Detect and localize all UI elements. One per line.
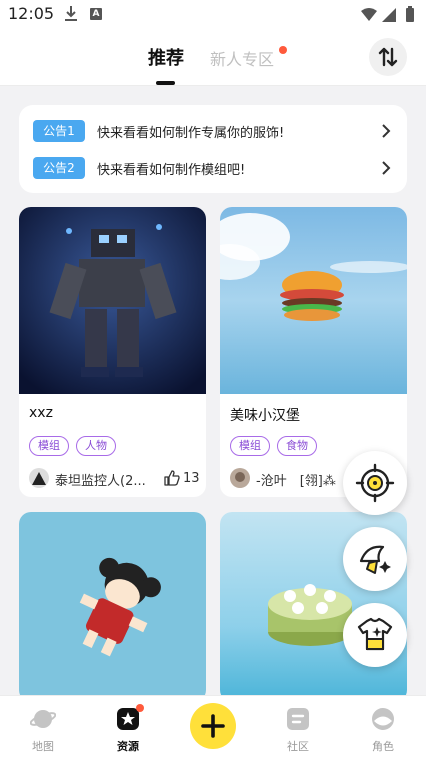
doll-model-thumbnail bbox=[19, 512, 206, 702]
download-icon bbox=[65, 6, 77, 21]
bottom-nav-bar: 地图 资源 社区 角色 bbox=[0, 695, 426, 759]
resources-notification-dot bbox=[136, 704, 144, 712]
card-tag: 食物 bbox=[277, 436, 317, 456]
announcement-text: 快来看看如何制作专属你的服饰! bbox=[97, 126, 285, 141]
magic-fab[interactable] bbox=[343, 527, 407, 591]
signal-icon bbox=[382, 8, 396, 22]
plus-icon bbox=[201, 714, 225, 738]
nav-item-resources[interactable]: 资源 bbox=[93, 696, 163, 759]
avatar bbox=[29, 468, 49, 488]
tab-recommend[interactable]: 推荐 bbox=[148, 44, 184, 70]
announcement-text: 快来看看如何制作模组吧! bbox=[97, 163, 246, 178]
sort-swap-icon bbox=[378, 47, 398, 67]
announcement-tag: 公告1 bbox=[33, 120, 85, 142]
author-name: -沧叶 [翎]⁂ bbox=[256, 474, 336, 489]
nav-item-character[interactable]: 角色 bbox=[348, 696, 418, 759]
announcement-tag: 公告2 bbox=[33, 157, 85, 179]
avatar bbox=[230, 468, 250, 488]
nav-item-map[interactable]: 地图 bbox=[8, 696, 78, 759]
wifi-icon bbox=[361, 8, 377, 21]
a-badge-icon: A bbox=[90, 8, 102, 20]
add-button[interactable] bbox=[190, 703, 236, 749]
announcement-row[interactable]: 公告1 快来看看如何制作专属你的服饰! bbox=[19, 117, 407, 145]
status-icons bbox=[361, 6, 414, 22]
resource-card[interactable] bbox=[19, 512, 206, 702]
tab-newcomer-zone[interactable]: 新人专区 bbox=[210, 46, 274, 70]
robot-model-thumbnail bbox=[19, 207, 206, 394]
card-title: 美味小汉堡 bbox=[230, 408, 300, 424]
status-time: 12:05 bbox=[8, 4, 55, 23]
nav-item-community[interactable]: 社区 bbox=[263, 696, 333, 759]
target-scope-icon bbox=[355, 463, 395, 503]
shirt-sparkle-icon bbox=[357, 617, 393, 651]
card-tag: 人物 bbox=[76, 436, 116, 456]
active-tab-indicator bbox=[156, 81, 175, 85]
community-icon bbox=[287, 708, 309, 730]
top-tab-bar: 推荐 新人专区 bbox=[0, 30, 426, 86]
nav-label: 社区 bbox=[287, 740, 309, 753]
resource-card[interactable]: xxz 模组 人物 泰坦监控人(2... 13 bbox=[19, 207, 206, 497]
card-tag: 模组 bbox=[230, 436, 270, 456]
author-name: 泰坦监控人(2... bbox=[55, 474, 146, 489]
announcement-card: 公告1 快来看看如何制作专属你的服饰! 公告2 快来看看如何制作模组吧! bbox=[19, 105, 407, 193]
nav-label: 资源 bbox=[117, 740, 139, 753]
thumbs-up-icon[interactable] bbox=[164, 470, 180, 486]
outfit-fab[interactable] bbox=[343, 603, 407, 667]
burger-model-thumbnail bbox=[220, 207, 407, 394]
chevron-right-icon bbox=[382, 161, 391, 175]
chevron-right-icon bbox=[382, 124, 391, 138]
like-count: 13 bbox=[183, 471, 200, 486]
newcomer-notification-dot bbox=[279, 46, 287, 54]
nav-label: 地图 bbox=[32, 740, 54, 753]
sort-button[interactable] bbox=[369, 38, 407, 76]
announcement-row[interactable]: 公告2 快来看看如何制作模组吧! bbox=[19, 154, 407, 182]
status-bar: 12:05 A bbox=[0, 0, 426, 30]
character-icon bbox=[372, 708, 394, 730]
nav-label: 角色 bbox=[372, 740, 394, 753]
planet-icon bbox=[30, 710, 56, 728]
battery-icon bbox=[406, 8, 414, 22]
card-title: xxz bbox=[29, 405, 53, 421]
card-tag: 模组 bbox=[29, 436, 69, 456]
scope-fab[interactable] bbox=[343, 451, 407, 515]
magic-hat-icon bbox=[359, 545, 391, 574]
